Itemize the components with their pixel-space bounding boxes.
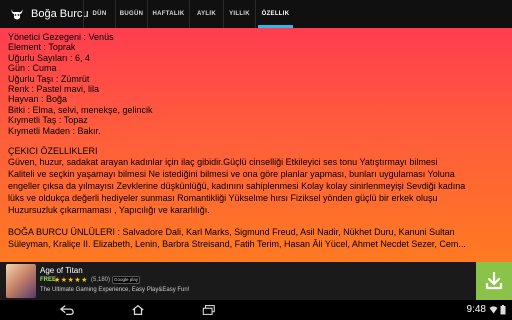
ad-thumbnail[interactable] xyxy=(6,264,36,298)
horoscope-content[interactable]: Yönetici Gezegeni : Venüs Element : Topr… xyxy=(0,28,512,262)
attribute-day: Gün : Cuma xyxy=(8,63,57,74)
section-title: ÇEKICI ÖZELLIKLERI xyxy=(8,146,98,157)
attribute-lucky-numbers: Uğurlu Sayıları : 6, 4 xyxy=(8,52,91,63)
tab-yillik[interactable]: YILLIK xyxy=(223,0,255,28)
home-icon[interactable] xyxy=(131,303,145,317)
status-icons xyxy=(489,305,506,315)
attribute-element: Element : Toprak xyxy=(8,42,76,53)
download-icon xyxy=(485,271,503,290)
bull-icon[interactable] xyxy=(6,3,28,25)
back-icon[interactable] xyxy=(60,303,74,317)
system-nav-bar: 9:48 xyxy=(0,300,512,320)
attribute-animal: Hayvan : Boğa xyxy=(8,94,68,105)
traits-line: Huzursuzluk çıkarmaması , Yapıcılığı ve … xyxy=(8,205,210,216)
ad-description: The Ultimate Gaming Experience, Easy Pla… xyxy=(40,287,190,293)
tab-label: HAFTALIK xyxy=(152,11,185,17)
tab-aylik[interactable]: AYLIK xyxy=(189,0,223,28)
tab-ozellik[interactable]: ÖZELLIK xyxy=(255,0,295,28)
recent-apps-icon[interactable] xyxy=(202,303,216,317)
wifi-icon xyxy=(489,306,498,314)
ad-title[interactable]: Age of Titan xyxy=(40,266,83,275)
tab-label: DÜN xyxy=(92,11,107,17)
ad-banner[interactable]: Age of Titan FREE ★★★★★ (5,180) Google p… xyxy=(0,262,512,300)
attribute-planet: Yönetici Gezegeni : Venüs xyxy=(8,32,114,42)
attribute-gem: Kıymetli Taş : Topaz xyxy=(8,115,88,126)
tab-label: ÖZELLIK xyxy=(261,11,290,17)
ad-rating-count: (5,180) xyxy=(91,277,111,283)
attribute-metal: Kıymetli Maden : Bakır. xyxy=(8,125,101,136)
tab-label: BUGÜN xyxy=(119,11,144,17)
tab-dun[interactable]: DÜN xyxy=(83,0,115,28)
attribute-lucky-stone: Uğurlu Taşı : Zümrüt xyxy=(8,73,90,84)
traits-line: Kaliteli ve seçkin yaşamayı bilmesi Ne i… xyxy=(8,169,455,180)
battery-icon xyxy=(500,305,506,315)
status-clock: 9:48 xyxy=(466,304,486,315)
traits-line: Güven, huzur, sadakat arayan kadınlar iç… xyxy=(8,157,438,168)
app-title: Boğa Burcu xyxy=(31,8,89,20)
tab-label: AYLIK xyxy=(197,11,216,17)
ad-rating-stars: ★★★★★ xyxy=(54,277,88,284)
tab-bar: DÜN BUGÜN HAFTALIK AYLIK YILLIK ÖZELLIK xyxy=(83,0,295,28)
tab-haftalik[interactable]: HAFTALIK xyxy=(147,0,189,28)
famous-line: Süleyman, Kraliçe II. Elizabeth, Lenin, … xyxy=(8,239,466,250)
action-bar: Boğa Burcu DÜN BUGÜN HAFTALIK AYLIK YILL… xyxy=(0,0,512,28)
google-play-badge: Google play xyxy=(112,276,140,284)
traits-line: lüks ve oldukça değerli hediyeler sunmas… xyxy=(8,193,438,204)
attribute-plant: Bitki : Elma, selvi, menekşe, gelincik xyxy=(8,104,153,115)
tab-label: YILLIK xyxy=(229,11,250,17)
tab-bugun[interactable]: BUGÜN xyxy=(115,0,147,28)
famous-line: BOĞA BURCU ÜNLÜLERI : Salvadore Dali, Ka… xyxy=(8,227,455,238)
attribute-color: Renk : Pastel mavi, lila xyxy=(8,84,100,95)
traits-line: engeller çıksa da yılmayısı Zevklerine d… xyxy=(8,181,466,192)
download-button[interactable] xyxy=(476,262,512,300)
